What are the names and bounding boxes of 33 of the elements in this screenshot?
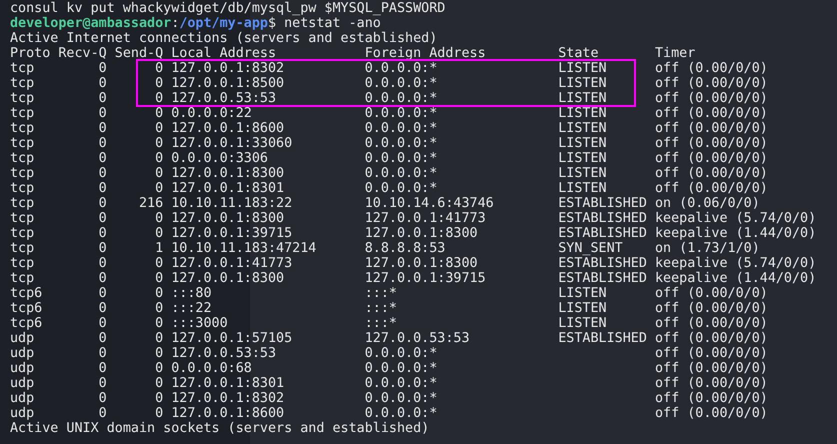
- table-row-line: tcp 0 0 0.0.0.0:22 0.0.0.0:* LISTEN off (0.00/0/0): [10, 106, 768, 121]
- prompt-symbol: $: [268, 16, 276, 31]
- terminal-line: Active Internet connections (servers and established): [10, 31, 438, 46]
- table-row-line: tcp 0 0 127.0.0.1:39715 127.0.0.1:8300 ESTABLISHED keepalive (1.44/0/0): [10, 226, 816, 241]
- table-row-line: udp 0 0 127.0.0.1:8302 0.0.0.0:* off (0.00/0/0): [10, 391, 768, 406]
- table-row-line: tcp 0 216 10.10.11.183:22 10.10.14.6:43746 ESTABLISHED on (0.06/0/0): [10, 196, 760, 211]
- table-row-line: tcp 0 1 10.10.11.183:47214 8.8.8.8:53 SYN_SENT on (1.73/1/0): [10, 241, 760, 256]
- table-row-line: udp 0 0 0.0.0.0:68 0.0.0.0:* off (0.00/0/0): [10, 361, 768, 376]
- table-row-line: tcp 0 0 0.0.0.0:3306 0.0.0.0:* LISTEN off (0.00/0/0): [10, 151, 768, 166]
- command-text: netstat -ano: [284, 16, 381, 31]
- table-row-line: udp 0 0 127.0.0.1:8301 0.0.0.0:* off (0.00/0/0): [10, 376, 768, 391]
- prompt-path: /opt/my-app: [179, 16, 268, 31]
- table-row-line: udp 0 0 127.0.0.1:57105 127.0.0.53:53 ESTABLISHED off (0.00/0/0): [10, 331, 768, 346]
- table-row-line: tcp 0 0 127.0.0.1:8301 0.0.0.0:* LISTEN off (0.00/0/0): [10, 181, 768, 196]
- prompt-user-host: developer@ambassador: [10, 16, 172, 31]
- table-row-line: tcp6 0 0 :::3000 :::* LISTEN off (0.00/0/0): [10, 316, 768, 331]
- table-row-line: udp 0 0 127.0.0.1:8600 0.0.0.0:* off (0.00/0/0): [10, 406, 768, 421]
- table-row-line: tcp 0 0 127.0.0.1:8500 0.0.0.0:* LISTEN off (0.00/0/0): [10, 76, 768, 91]
- table-row-line: tcp 0 0 127.0.0.1:41773 127.0.0.1:8300 ESTABLISHED keepalive (5.74/0/0): [10, 256, 816, 271]
- table-row-line: udp 0 0 127.0.0.53:53 0.0.0.0:* off (0.00/0/0): [10, 346, 768, 361]
- terminal-line: consul kv put whackywidget/db/mysql_pw $MYSQL_PASSWORD: [10, 1, 446, 16]
- table-row-line: tcp 0 0 127.0.0.1:8600 0.0.0.0:* LISTEN off (0.00/0/0): [10, 121, 768, 136]
- table-row-line: tcp 0 0 127.0.0.1:8300 127.0.0.1:39715 ESTABLISHED keepalive (1.44/0/0): [10, 271, 816, 286]
- table-row-line: tcp 0 0 127.0.0.1:8300 127.0.0.1:41773 ESTABLISHED keepalive (5.74/0/0): [10, 211, 816, 226]
- table-row-line: tcp6 0 0 :::80 :::* LISTEN off (0.00/0/0): [10, 286, 768, 301]
- table-row-line: tcp 0 0 127.0.0.53:53 0.0.0.0:* LISTEN off (0.00/0/0): [10, 91, 768, 106]
- table-row-line: tcp6 0 0 :::22 :::* LISTEN off (0.00/0/0): [10, 301, 768, 316]
- terminal-line: Active UNIX domain sockets (servers and established): [10, 421, 430, 436]
- prompt-colon: :: [171, 16, 180, 31]
- table-row-line: tcp 0 0 127.0.0.1:8300 0.0.0.0:* LISTEN off (0.00/0/0): [10, 166, 768, 181]
- table-row-line: tcp 0 0 127.0.0.1:8302 0.0.0.0:* LISTEN off (0.00/0/0): [10, 61, 768, 76]
- table-header-line: Proto Recv-Q Send-Q Local Address Foreign Address State Timer: [10, 46, 696, 61]
- table-row-line: tcp 0 0 127.0.0.1:33060 0.0.0.0:* LISTEN off (0.00/0/0): [10, 136, 768, 151]
